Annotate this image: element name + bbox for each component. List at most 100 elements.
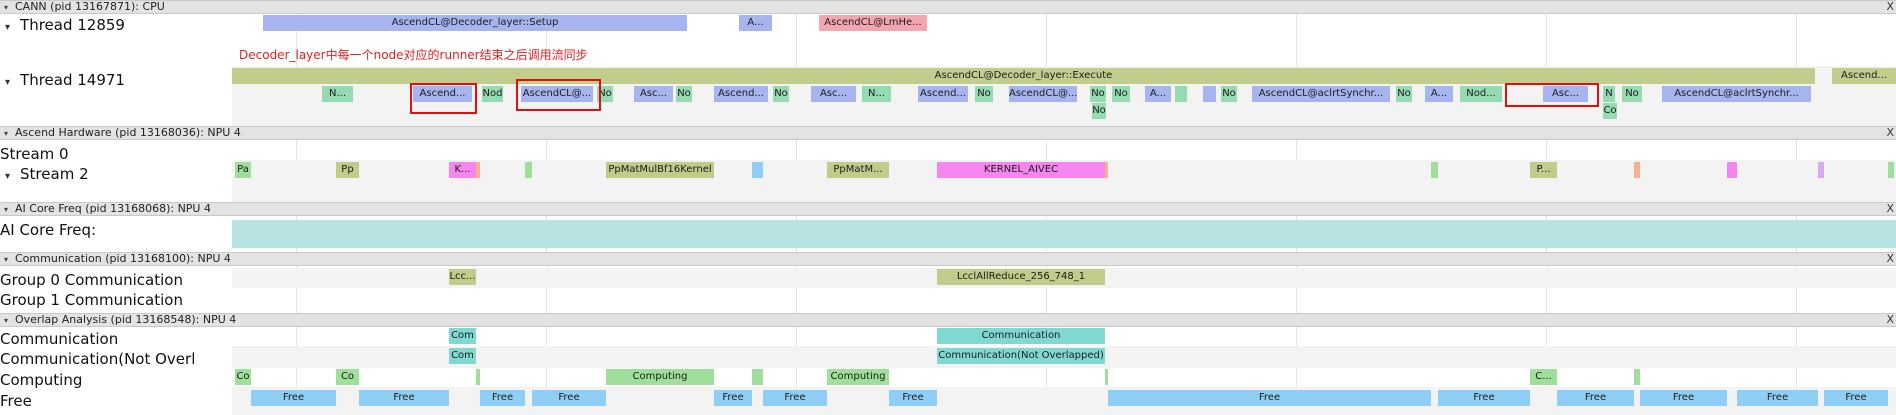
- slice[interactable]: KERNEL_AIVEC: [937, 162, 1105, 178]
- collapse-triangle-icon[interactable]: ▾: [4, 3, 8, 12]
- slice[interactable]: Free: [1108, 390, 1431, 406]
- collapse-triangle-icon[interactable]: ▾: [4, 129, 8, 138]
- slice[interactable]: [1105, 369, 1108, 385]
- slice[interactable]: [1634, 162, 1640, 178]
- slice[interactable]: Ascend...: [413, 86, 472, 102]
- collapse-triangle-icon[interactable]: ▾: [4, 205, 8, 214]
- slice[interactable]: No: [1090, 86, 1106, 102]
- thread-label-14971[interactable]: ▾ Thread 14971: [5, 71, 125, 92]
- slice[interactable]: No: [676, 86, 692, 102]
- slice[interactable]: No: [1221, 86, 1237, 102]
- slice[interactable]: [1105, 162, 1108, 178]
- slice[interactable]: [476, 369, 480, 385]
- slice[interactable]: A...: [739, 15, 772, 31]
- slice[interactable]: Free: [1824, 390, 1888, 406]
- slice[interactable]: A...: [1145, 86, 1171, 102]
- slice[interactable]: Communication(Not Overlapped): [937, 348, 1105, 364]
- slice[interactable]: Nod: [482, 86, 503, 102]
- slice[interactable]: Free: [359, 390, 449, 406]
- slice[interactable]: Asc...: [811, 86, 856, 102]
- expand-triangle-icon[interactable]: ▾: [5, 171, 10, 182]
- slice[interactable]: [752, 162, 763, 178]
- slice[interactable]: No: [1622, 86, 1642, 102]
- slice[interactable]: K...: [449, 162, 476, 178]
- collapse-triangle-icon[interactable]: ▾: [4, 255, 8, 264]
- slice[interactable]: [1818, 162, 1824, 178]
- process-header-overlap-analysis[interactable]: ▾ Overlap Analysis (pid 13168548): NPU 4…: [0, 313, 1896, 327]
- process-header-cann[interactable]: ▾ CANN (pid 13167871): CPU X: [0, 0, 1896, 14]
- slice[interactable]: No: [1092, 103, 1106, 119]
- slice[interactable]: Asc...: [634, 86, 673, 102]
- slice[interactable]: [1175, 86, 1187, 102]
- slice[interactable]: N...: [322, 86, 353, 102]
- close-icon[interactable]: X: [1886, 253, 1894, 265]
- slice[interactable]: Free: [714, 390, 752, 406]
- slice[interactable]: No: [1112, 86, 1130, 102]
- slice[interactable]: [1634, 369, 1640, 385]
- close-icon[interactable]: X: [1886, 127, 1894, 139]
- slice[interactable]: Pp: [336, 162, 359, 178]
- close-icon[interactable]: X: [1886, 314, 1894, 326]
- process-header-ai-core-freq[interactable]: ▾ AI Core Freq (pid 13168068): NPU 4 X: [0, 202, 1896, 216]
- slice[interactable]: AscendCL@...: [1009, 86, 1077, 102]
- slice[interactable]: Free: [763, 390, 827, 406]
- slice[interactable]: Ascend...: [918, 86, 968, 102]
- slice[interactable]: AscendCL@Decoder_layer::Setup: [263, 15, 687, 31]
- slice[interactable]: No: [597, 86, 613, 102]
- collapse-triangle-icon[interactable]: ▾: [4, 316, 8, 325]
- slice[interactable]: Co: [235, 369, 251, 385]
- slice[interactable]: Ascend...: [1832, 68, 1896, 84]
- slice[interactable]: Free: [1737, 390, 1818, 406]
- slice[interactable]: No: [773, 86, 789, 102]
- slice[interactable]: PpMatMulBf16Kernel: [606, 162, 714, 178]
- slice[interactable]: [1431, 162, 1438, 178]
- slice[interactable]: Pa: [235, 162, 251, 178]
- slice[interactable]: Free: [889, 390, 937, 406]
- slice[interactable]: Free: [1438, 390, 1530, 406]
- stream-label-0[interactable]: Stream 0: [0, 145, 69, 163]
- slice[interactable]: No: [975, 86, 993, 102]
- slice[interactable]: Co: [336, 369, 359, 385]
- slice[interactable]: AscendCL@aclrtSynchr...: [1662, 86, 1811, 102]
- slice[interactable]: [1203, 86, 1216, 102]
- slice[interactable]: Lcc...: [449, 269, 476, 285]
- slice[interactable]: LcclAllReduce_256_748_1: [937, 269, 1105, 285]
- ai-core-freq-track[interactable]: [232, 220, 1896, 248]
- slice[interactable]: Free: [480, 390, 525, 406]
- expand-triangle-icon[interactable]: ▾: [5, 77, 10, 88]
- slice[interactable]: AscendCL@...: [521, 86, 593, 102]
- process-header-communication[interactable]: ▾ Communication (pid 13168100): NPU 4 X: [0, 252, 1896, 266]
- slice[interactable]: [752, 369, 763, 385]
- slice[interactable]: Free: [251, 390, 336, 406]
- slice[interactable]: AscendCL@aclrtSynchr...: [1252, 86, 1390, 102]
- slice[interactable]: [1727, 162, 1737, 178]
- slice[interactable]: No: [1396, 86, 1412, 102]
- slice[interactable]: Communication: [937, 328, 1105, 344]
- slice[interactable]: Free: [1557, 390, 1634, 406]
- slice[interactable]: N...: [862, 86, 891, 102]
- stream-label-2[interactable]: ▾ Stream 2: [5, 165, 89, 186]
- slice[interactable]: N: [1603, 86, 1615, 102]
- slice[interactable]: [476, 162, 480, 178]
- expand-triangle-icon[interactable]: ▾: [5, 22, 10, 33]
- slice[interactable]: AscendCL@LmHe...: [819, 15, 927, 31]
- slice[interactable]: PpMatM...: [827, 162, 889, 178]
- slice[interactable]: Computing: [606, 369, 714, 385]
- close-icon[interactable]: X: [1886, 1, 1894, 13]
- slice[interactable]: P...: [1530, 162, 1557, 178]
- slice[interactable]: Nod...: [1460, 86, 1502, 102]
- slice[interactable]: Free: [532, 390, 606, 406]
- slice[interactable]: A...: [1425, 86, 1453, 102]
- close-icon[interactable]: X: [1886, 203, 1894, 215]
- slice[interactable]: [525, 162, 532, 178]
- slice[interactable]: Computing: [827, 369, 889, 385]
- slice[interactable]: Co: [1603, 103, 1617, 119]
- slice[interactable]: C...: [1530, 369, 1557, 385]
- slice[interactable]: [1888, 162, 1894, 178]
- slice[interactable]: Com: [449, 328, 476, 344]
- process-header-ascend-hardware[interactable]: ▾ Ascend Hardware (pid 13168036): NPU 4 …: [0, 126, 1896, 140]
- slice[interactable]: AscendCL@Decoder_layer::Execute: [232, 68, 1815, 84]
- slice[interactable]: Com: [449, 348, 476, 364]
- thread-label-12859[interactable]: ▾ Thread 12859: [5, 16, 125, 37]
- slice[interactable]: Ascend...: [714, 86, 768, 102]
